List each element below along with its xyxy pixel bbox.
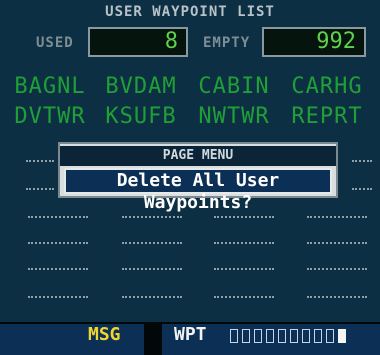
page-index-segment (230, 329, 238, 343)
waypoint-entry[interactable]: BAGNL (6, 74, 94, 99)
msg-indicator[interactable]: MSG (88, 324, 121, 345)
page-index-segment (314, 329, 322, 343)
empty-slot (28, 216, 88, 220)
page-index-segment (278, 329, 286, 343)
empty-label: EMPTY (203, 35, 251, 51)
waypoint-entry[interactable]: CARHG (283, 74, 371, 99)
empty-slot (307, 268, 367, 272)
empty-slot (122, 242, 182, 246)
empty-count: 992 (262, 27, 366, 57)
empty-slot (214, 242, 274, 246)
empty-slot (26, 160, 54, 164)
empty-slot (122, 216, 182, 220)
empty-slot (26, 188, 54, 192)
waypoint-entry[interactable]: KSUFB (97, 104, 185, 129)
gps-screen: USER WAYPOINT LIST USED 8 EMPTY 992 BAGN… (0, 0, 380, 355)
page-index-segment (290, 329, 298, 343)
empty-slot (122, 296, 182, 300)
waypoint-entry[interactable]: BVDAM (97, 74, 185, 99)
page-menu-title: PAGE MENU (60, 146, 336, 166)
empty-slot (28, 268, 88, 272)
waypoint-entry[interactable]: DVTWR (6, 104, 94, 129)
waypoint-entry[interactable]: REPRT (283, 104, 371, 129)
waypoint-row: DVTWR KSUFB NWTWR REPRT (0, 104, 380, 140)
page-index-segment (326, 329, 334, 343)
page-title: USER WAYPOINT LIST (105, 4, 275, 20)
page-index-segment (242, 329, 250, 343)
empty-slot (214, 296, 274, 300)
delete-all-user-waypoints-option[interactable]: Delete All User Waypoints? (64, 168, 332, 213)
used-label: USED (36, 35, 74, 51)
empty-slot (307, 216, 367, 220)
empty-slot (352, 160, 372, 164)
empty-slot (28, 296, 88, 300)
page-index-segment (302, 329, 310, 343)
waypoint-entry[interactable]: CABIN (190, 74, 278, 99)
empty-slot (214, 216, 274, 220)
msg-indicator-box (0, 324, 144, 355)
used-count: 8 (88, 27, 188, 57)
empty-slot (307, 296, 367, 300)
page-index-current (338, 329, 346, 343)
waypoint-entry[interactable]: NWTWR (190, 104, 278, 129)
page-index-segment (266, 329, 274, 343)
empty-slot (307, 242, 367, 246)
page-index-segment (254, 329, 262, 343)
page-menu: PAGE MENU Delete All User Waypoints? (58, 142, 338, 213)
page-group-label: WPT (174, 324, 207, 345)
empty-slot (28, 242, 88, 246)
empty-slot (214, 268, 274, 272)
empty-slot (122, 268, 182, 272)
page-index-indicator (230, 329, 362, 343)
empty-slot (352, 188, 372, 192)
